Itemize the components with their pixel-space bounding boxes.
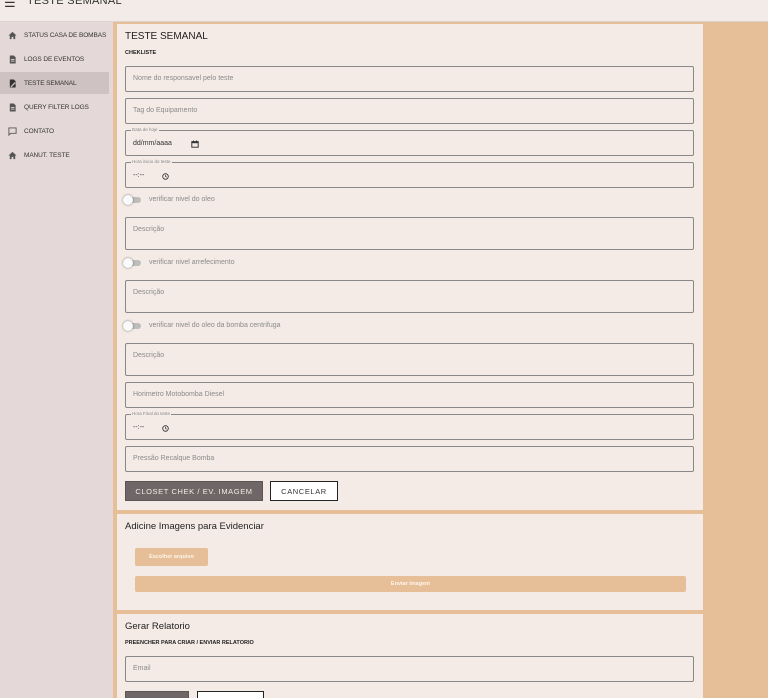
hamburger-menu-icon[interactable]: ☰	[4, 0, 16, 10]
document-icon	[0, 54, 24, 64]
choose-file-button[interactable]: Escolher arquivo	[135, 548, 208, 566]
descricao-placeholder: Descrição	[133, 352, 165, 359]
report-panel: Gerar Relatorio PREENCHER PARA CRIAR / E…	[117, 614, 703, 698]
switch-knob	[123, 320, 133, 331]
sidebar-item-label: STATUS CASA DE BOMBAS	[24, 31, 107, 39]
document-icon	[0, 102, 24, 112]
sidebar-item-label: MANUT. TESTE	[24, 151, 70, 159]
date-field[interactable]: Data de hoje dd/mm/aaaa	[125, 127, 694, 156]
sidebar-item-label: QUERY FILTER LOGS	[24, 103, 89, 111]
image-evidence-panel: Adicine Imagens para Evidenciar Escolher…	[117, 514, 703, 610]
tag-placeholder: Tag do Equipamento	[133, 107, 198, 114]
hora-final-value: --:--	[133, 424, 145, 431]
switch-knob	[123, 194, 133, 205]
hora-inicio-field[interactable]: Hora inicio do teste --:--	[125, 159, 694, 188]
send-image-button[interactable]: Enviar Imagem	[135, 576, 686, 592]
report-primary-button[interactable]	[125, 691, 189, 698]
clock-icon[interactable]	[162, 425, 169, 432]
sidebar: STATUS CASA DE BOMBAS LOGS DE EVENTOS TE…	[0, 22, 113, 698]
descricao-field-3[interactable]: Descrição	[125, 343, 694, 376]
sidebar-item-logs-de-eventos[interactable]: LOGS DE EVENTOS	[0, 48, 109, 70]
switch-knob	[123, 257, 133, 268]
toggle-nivel-oleo-bomba[interactable]: verificar nivel do oleo da bomba centrif…	[123, 320, 281, 331]
sidebar-item-teste-semanal[interactable]: TESTE SEMANAL	[0, 72, 109, 94]
chat-icon	[0, 126, 24, 136]
report-title: Gerar Relatorio	[125, 621, 190, 632]
horimetro-field[interactable]: Horimetro Motobomba Diesel	[125, 382, 694, 408]
form-subtitle: CHEKLISTE	[125, 50, 157, 56]
hora-final-label: Hora Final do teste	[131, 411, 172, 416]
form-title: TESTE SEMANAL	[125, 31, 208, 42]
descricao-field-1[interactable]: Descrição	[125, 217, 694, 250]
date-value: dd/mm/aaaa	[133, 140, 172, 147]
switch-track	[123, 320, 141, 331]
app-title: TESTE SEMANAL	[27, 0, 122, 7]
hora-inicio-label: Hora inicio do teste	[131, 159, 172, 164]
toggle-label: verificar nivel arrefecimento	[149, 259, 235, 266]
email-field[interactable]: Email	[125, 656, 694, 682]
date-label: Data de hoje	[131, 127, 159, 132]
top-app-bar: ☰ TESTE SEMANAL	[0, 0, 768, 22]
hora-final-field[interactable]: Hora Final do teste --:--	[125, 411, 694, 440]
switch-track	[123, 257, 141, 268]
submit-checklist-button[interactable]: CLOSET CHEK / EV. IMAGEM	[125, 481, 263, 501]
email-placeholder: Email	[133, 665, 151, 672]
toggle-nivel-arrefecimento[interactable]: verificar nivel arrefecimento	[123, 257, 235, 268]
clock-icon[interactable]	[162, 173, 169, 180]
tag-equipamento-field[interactable]: Tag do Equipamento	[125, 98, 694, 124]
sidebar-item-label: CONTATO	[24, 127, 54, 135]
home-icon	[0, 151, 24, 160]
home-icon	[0, 31, 24, 40]
descricao-placeholder: Descrição	[133, 226, 165, 233]
switch-track	[123, 194, 141, 205]
toggle-label: verificar nivel do oleo da bomba centrif…	[149, 322, 281, 329]
report-secondary-button[interactable]	[197, 691, 264, 698]
images-title: Adicine Imagens para Evidenciar	[125, 521, 264, 532]
calendar-icon[interactable]	[191, 140, 199, 148]
sidebar-item-contato[interactable]: CONTATO	[0, 120, 109, 142]
cancel-button[interactable]: CANCELAR	[270, 481, 338, 501]
sidebar-item-query-filter-logs[interactable]: QUERY FILTER LOGS	[0, 96, 109, 118]
hora-inicio-value: --:--	[133, 172, 145, 179]
sidebar-item-status-casa-de-bombas[interactable]: STATUS CASA DE BOMBAS	[0, 24, 109, 46]
toggle-nivel-oleo[interactable]: verificar nivel do oleo	[123, 194, 215, 205]
sidebar-item-manut-teste[interactable]: MANUT. TESTE	[0, 144, 109, 166]
descricao-placeholder: Descrição	[133, 289, 165, 296]
pressao-placeholder: Pressão Recalque Bomba	[133, 455, 215, 462]
responsavel-field[interactable]: Nome do responsavel pelo teste	[125, 66, 694, 92]
toggle-label: verificar nivel do oleo	[149, 196, 215, 203]
sidebar-item-label: LOGS DE EVENTOS	[24, 55, 85, 63]
sidebar-item-label: TESTE SEMANAL	[24, 79, 77, 87]
descricao-field-2[interactable]: Descrição	[125, 280, 694, 313]
pressao-recalque-field[interactable]: Pressão Recalque Bomba	[125, 446, 694, 472]
responsavel-placeholder: Nome do responsavel pelo teste	[133, 75, 234, 82]
report-subtitle: PREENCHER PARA CRIAR / ENVIAR RELATORIO	[125, 640, 254, 646]
horimetro-placeholder: Horimetro Motobomba Diesel	[133, 391, 225, 398]
edit-document-icon	[0, 78, 24, 88]
weekly-test-form-panel: TESTE SEMANAL CHEKLISTE Nome do responsa…	[117, 24, 703, 510]
